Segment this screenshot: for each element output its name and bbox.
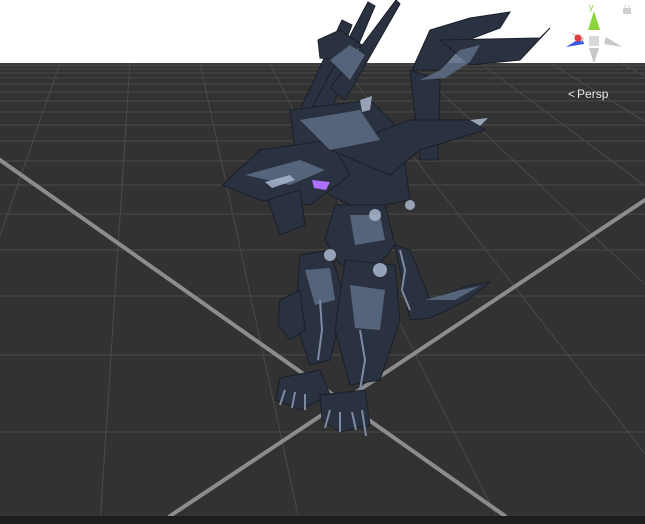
scene-canvas[interactable] (0, 0, 645, 524)
gizmo-x-dot[interactable] (574, 34, 582, 42)
bottom-edge (0, 516, 645, 524)
gizmo-center[interactable] (589, 36, 599, 46)
projection-toggle[interactable]: < Persp (568, 86, 608, 102)
gizmo-y-cone[interactable] (588, 11, 600, 30)
scene-view[interactable]: y < Persp (0, 0, 645, 524)
gizmo-neg-y-cone[interactable] (589, 48, 599, 64)
gizmo-y-label: y (589, 2, 594, 12)
lock-icon[interactable] (622, 5, 632, 14)
chevron-left-icon: < (568, 87, 576, 101)
gizmo-x-cone[interactable] (604, 37, 622, 47)
projection-label: Persp (577, 87, 609, 101)
